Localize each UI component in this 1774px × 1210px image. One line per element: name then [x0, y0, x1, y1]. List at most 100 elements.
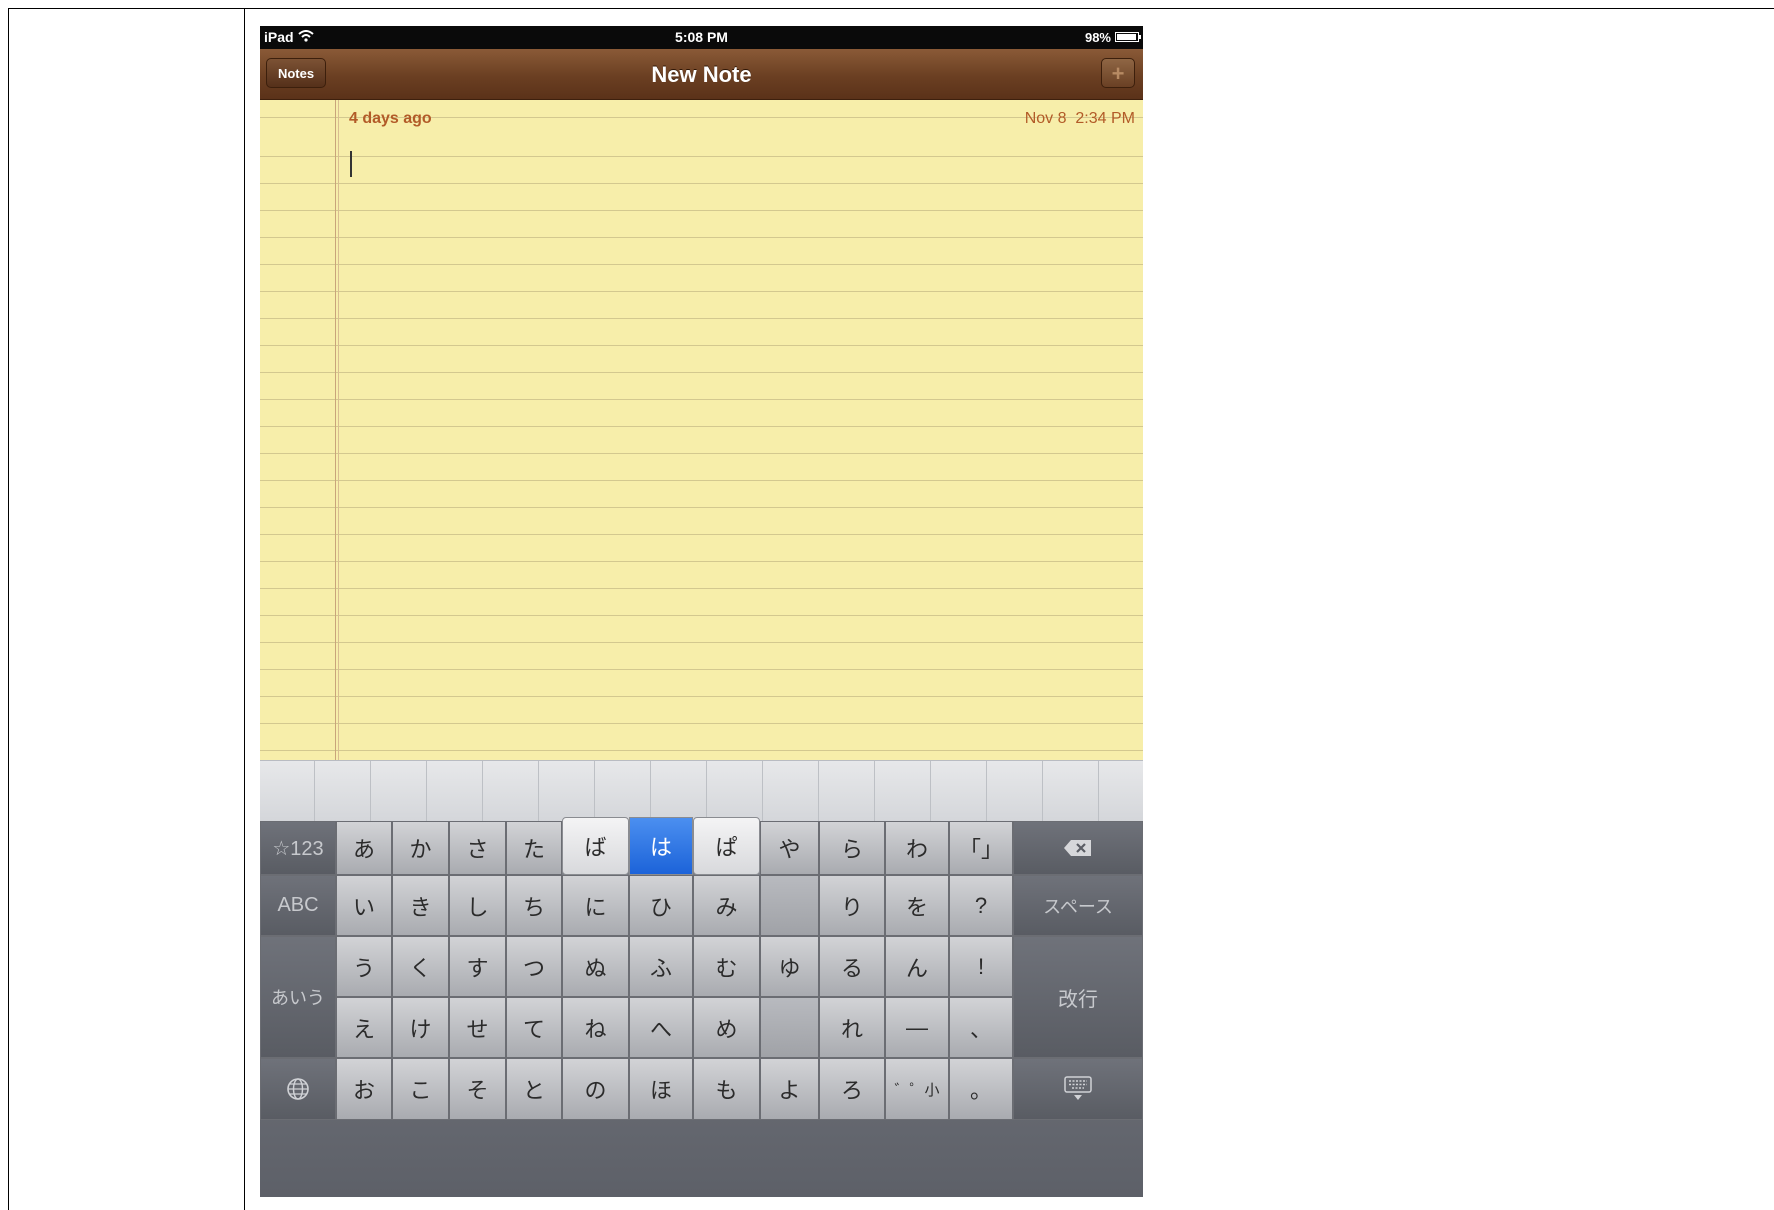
kana-key[interactable]: え	[336, 997, 392, 1058]
comma-key[interactable]: 、	[949, 997, 1013, 1058]
kana-key[interactable]: る	[819, 936, 885, 997]
table-divider	[244, 8, 245, 1210]
candidate-bar	[260, 760, 1143, 822]
margin-line	[338, 100, 339, 760]
battery-percent: 98%	[1084, 30, 1111, 45]
candidate-slot[interactable]	[708, 761, 763, 822]
delete-key[interactable]	[1013, 821, 1143, 875]
kana-key[interactable]: お	[336, 1058, 392, 1120]
space-key[interactable]: スペース	[1013, 875, 1143, 936]
dismiss-keyboard-key[interactable]	[1013, 1058, 1143, 1120]
candidate-slot[interactable]	[540, 761, 595, 822]
kana-key[interactable]: か	[392, 821, 449, 875]
kana-key[interactable]: め	[693, 997, 760, 1058]
kana-key[interactable]: ね	[562, 997, 629, 1058]
abc-key[interactable]: ABC	[260, 875, 336, 936]
note-relative-date: 4 days ago	[349, 110, 432, 127]
kana-key[interactable]: り	[819, 875, 885, 936]
flick-popup-key-selected[interactable]: は	[629, 817, 693, 875]
margin-line	[335, 100, 336, 760]
candidate-slot[interactable]	[596, 761, 651, 822]
candidate-slot[interactable]	[1044, 761, 1099, 822]
candidate-slot[interactable]	[652, 761, 707, 822]
dash-key[interactable]: —	[885, 997, 949, 1058]
return-key[interactable]: 改行	[1013, 936, 1143, 1058]
kana-key[interactable]: ゆ	[760, 936, 819, 997]
kana-key[interactable]: け	[392, 997, 449, 1058]
kana-key[interactable]: ん	[885, 936, 949, 997]
flick-popup-key[interactable]: ぱ	[693, 817, 760, 875]
candidate-slot[interactable]	[932, 761, 987, 822]
candidate-slot[interactable]	[876, 761, 931, 822]
battery-icon	[1115, 32, 1141, 42]
page-title: New Note	[651, 62, 752, 87]
kana-key[interactable]: し	[449, 875, 506, 936]
candidate-slot[interactable]	[316, 761, 371, 822]
kana-key[interactable]: に	[562, 875, 629, 936]
note-date-time: 2:34 PM	[1075, 110, 1135, 127]
delete-icon	[1064, 840, 1091, 856]
kana-key[interactable]: い	[336, 875, 392, 936]
kana-key[interactable]: の	[562, 1058, 629, 1120]
kana-key[interactable]: こ	[392, 1058, 449, 1120]
kana-key[interactable]: む	[693, 936, 760, 997]
bracket-key[interactable]: 「」	[949, 821, 1013, 875]
kana-key[interactable]: て	[506, 997, 562, 1058]
candidate-slot[interactable]	[820, 761, 875, 822]
japanese-keyboard: ☆123 あ か さ た ば は ぱ や ら わ 「」 ABC い き し ち …	[260, 817, 1143, 1197]
kana-key[interactable]: す	[449, 936, 506, 997]
period-key[interactable]: 。	[949, 1058, 1013, 1120]
candidate-slot[interactable]	[428, 761, 483, 822]
note-editor[interactable]: 4 days ago Nov 8 2:34 PM	[260, 100, 1143, 760]
kana-key[interactable]: へ	[629, 997, 693, 1058]
add-note-button[interactable]: +	[1101, 58, 1135, 88]
question-key[interactable]: ?	[949, 875, 1013, 936]
candidate-slot[interactable]	[1100, 761, 1143, 822]
kana-key[interactable]: き	[392, 875, 449, 936]
candidate-slot[interactable]	[260, 761, 315, 822]
kana-key[interactable]: ほ	[629, 1058, 693, 1120]
blank-key	[760, 875, 819, 936]
kana-key[interactable]: ひ	[629, 875, 693, 936]
numbers-key[interactable]: ☆123	[260, 821, 336, 875]
globe-key[interactable]	[260, 1058, 336, 1120]
kana-key[interactable]: く	[392, 936, 449, 997]
globe-icon	[287, 1078, 309, 1100]
kana-key[interactable]: ふ	[629, 936, 693, 997]
kana-key[interactable]: み	[693, 875, 760, 936]
kana-key[interactable]: ら	[819, 821, 885, 875]
kana-key[interactable]: を	[885, 875, 949, 936]
candidate-slot[interactable]	[372, 761, 427, 822]
candidate-slot[interactable]	[484, 761, 539, 822]
kana-key[interactable]: も	[693, 1058, 760, 1120]
kana-key[interactable]: と	[506, 1058, 562, 1120]
kana-mode-key[interactable]: あいう	[260, 936, 336, 1058]
note-date-day: Nov 8	[1024, 110, 1067, 127]
kana-key[interactable]: つ	[506, 936, 562, 997]
candidate-slot[interactable]	[764, 761, 819, 822]
ipad-screen: iPad 5:08 PM 98% Notes New Note + 4 days…	[260, 26, 1143, 1197]
blank-key	[760, 997, 819, 1058]
candidate-slot[interactable]	[988, 761, 1043, 822]
flick-popup-key[interactable]: ば	[562, 817, 629, 875]
kana-key[interactable]: わ	[885, 821, 949, 875]
kana-key[interactable]: よ	[760, 1058, 819, 1120]
kana-key[interactable]: あ	[336, 821, 392, 875]
text-cursor	[350, 151, 352, 177]
exclamation-key[interactable]: !	[949, 936, 1013, 997]
kana-key[interactable]: ち	[506, 875, 562, 936]
kana-key[interactable]: せ	[449, 997, 506, 1058]
note-date: Nov 8 2:34 PM	[1025, 110, 1135, 128]
status-bar: iPad 5:08 PM 98%	[260, 26, 1143, 49]
kana-key[interactable]: そ	[449, 1058, 506, 1120]
kana-key[interactable]: う	[336, 936, 392, 997]
kana-key[interactable]: さ	[449, 821, 506, 875]
kana-key[interactable]: ぬ	[562, 936, 629, 997]
dakuten-key[interactable]: ゛゜小	[885, 1058, 949, 1120]
title-bar: Notes New Note +	[260, 49, 1143, 100]
kana-key[interactable]: ろ	[819, 1058, 885, 1120]
kana-key[interactable]: れ	[819, 997, 885, 1058]
kana-key[interactable]: た	[506, 821, 562, 875]
kana-key[interactable]: や	[760, 821, 819, 875]
status-time: 5:08 PM	[675, 29, 728, 45]
